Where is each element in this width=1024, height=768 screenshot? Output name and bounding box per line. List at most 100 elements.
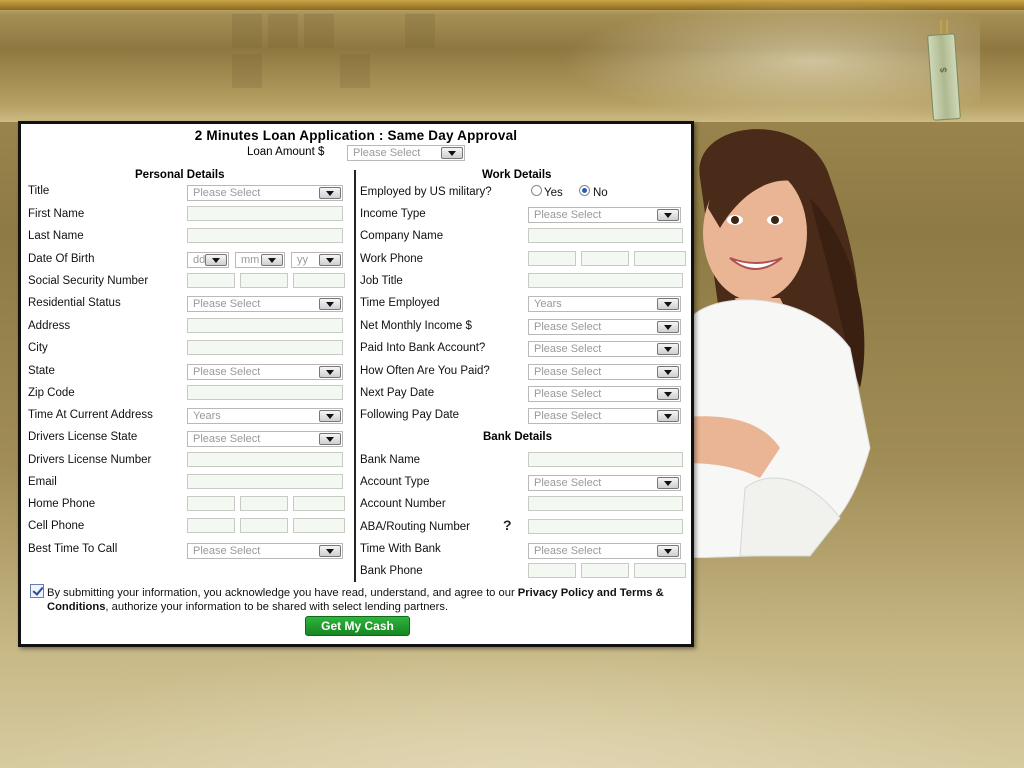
account-number-label: Account Number	[360, 498, 446, 510]
loan-application-form: 2 Minutes Loan Application : Same Day Ap…	[18, 121, 694, 647]
chevron-down-icon	[657, 477, 679, 489]
net-income-select[interactable]: Please Select	[528, 319, 681, 335]
bank-phone-line-input[interactable]	[634, 563, 686, 578]
bank-phone-prefix-input[interactable]	[581, 563, 629, 578]
zip-code-input[interactable]	[187, 385, 343, 400]
following-pay-date-select[interactable]: Please Select	[528, 408, 681, 424]
city-label: City	[28, 342, 48, 354]
dl-state-select[interactable]: Please Select	[187, 431, 343, 447]
city-input[interactable]	[187, 340, 343, 355]
chevron-down-icon	[319, 410, 341, 422]
cell-phone-line-input[interactable]	[293, 518, 345, 533]
work-phone-line-input[interactable]	[634, 251, 686, 266]
chevron-down-icon	[441, 147, 463, 159]
residential-status-select[interactable]: Please Select	[187, 296, 343, 312]
best-time-select[interactable]: Please Select	[187, 543, 343, 559]
column-divider	[354, 170, 356, 582]
time-with-bank-label: Time With Bank	[360, 543, 441, 555]
aba-routing-label: ABA/Routing Number	[360, 521, 470, 533]
home-phone-line-input[interactable]	[293, 496, 345, 511]
address-input[interactable]	[187, 318, 343, 333]
cell-phone-area-input[interactable]	[187, 518, 235, 533]
state-select[interactable]: Please Select	[187, 364, 343, 380]
account-type-select[interactable]: Please Select	[528, 475, 681, 491]
work-phone-prefix-input[interactable]	[581, 251, 629, 266]
military-no-radio[interactable]	[579, 185, 590, 196]
cell-phone-prefix-input[interactable]	[240, 518, 288, 533]
hanging-dollar-bill-icon: $	[926, 20, 961, 121]
loan-amount-value: Please Select	[353, 147, 421, 159]
last-name-input[interactable]	[187, 228, 343, 243]
bank-phone-label: Bank Phone	[360, 565, 423, 577]
dob-day-select[interactable]: dd	[187, 252, 229, 268]
consent-text: By submitting your information, you ackn…	[47, 586, 687, 614]
chevron-down-icon	[319, 545, 341, 557]
chevron-down-icon	[657, 366, 679, 378]
following-pay-date-label: Following Pay Date	[360, 409, 460, 421]
time-at-address-label: Time At Current Address	[28, 409, 153, 421]
income-type-select[interactable]: Please Select	[528, 207, 681, 223]
chevron-down-icon	[319, 254, 341, 266]
work-phone-area-input[interactable]	[528, 251, 576, 266]
time-at-address-select[interactable]: Years	[187, 408, 343, 424]
time-employed-select[interactable]: Years	[528, 296, 681, 312]
time-with-bank-select[interactable]: Please Select	[528, 543, 681, 559]
work-details-heading: Work Details	[482, 169, 552, 181]
dob-year-select[interactable]: yy	[291, 252, 343, 268]
dob-month-select[interactable]: mm	[235, 252, 285, 268]
first-name-input[interactable]	[187, 206, 343, 221]
help-question-icon[interactable]: ?	[503, 517, 512, 533]
best-time-label: Best Time To Call	[28, 543, 118, 555]
last-name-label: Last Name	[28, 230, 84, 242]
chevron-down-icon	[261, 254, 283, 266]
pay-frequency-label: How Often Are You Paid?	[360, 365, 490, 377]
home-phone-prefix-input[interactable]	[240, 496, 288, 511]
loan-amount-select[interactable]: Please Select	[347, 145, 465, 161]
dob-label: Date Of Birth	[28, 253, 95, 265]
bank-paid-select[interactable]: Please Select	[528, 341, 681, 357]
home-phone-area-input[interactable]	[187, 496, 235, 511]
ssn-part1-input[interactable]	[187, 273, 235, 288]
loan-amount-label: Loan Amount $	[247, 146, 325, 158]
ssn-part3-input[interactable]	[293, 273, 345, 288]
dl-state-label: Drivers License State	[28, 431, 138, 443]
job-title-input[interactable]	[528, 273, 683, 288]
job-title-label: Job Title	[360, 275, 403, 287]
title-label: Title	[28, 185, 50, 197]
company-name-input[interactable]	[528, 228, 683, 243]
chevron-down-icon	[657, 298, 679, 310]
banner-pattern	[232, 54, 262, 88]
chevron-down-icon	[205, 254, 227, 266]
chevron-down-icon	[319, 187, 341, 199]
aba-routing-input[interactable]	[528, 519, 683, 534]
company-name-label: Company Name	[360, 230, 444, 242]
residential-status-label: Residential Status	[28, 297, 121, 309]
email-input[interactable]	[187, 474, 343, 489]
pay-frequency-select[interactable]: Please Select	[528, 364, 681, 380]
bank-phone-area-input[interactable]	[528, 563, 576, 578]
chevron-down-icon	[657, 209, 679, 221]
work-phone-label: Work Phone	[360, 253, 424, 265]
address-label: Address	[28, 320, 71, 332]
email-label: Email	[28, 476, 57, 488]
consent-checkbox[interactable]	[30, 584, 44, 598]
income-type-label: Income Type	[360, 208, 426, 220]
banner-pattern	[268, 14, 298, 48]
personal-details-heading: Personal Details	[135, 169, 225, 181]
time-employed-label: Time Employed	[360, 297, 440, 309]
bank-name-input[interactable]	[528, 452, 683, 467]
next-pay-date-select[interactable]: Please Select	[528, 386, 681, 402]
header-banner	[0, 0, 1024, 122]
military-yes-label: Yes	[544, 187, 563, 199]
title-select[interactable]: Please Select	[187, 185, 343, 201]
account-number-input[interactable]	[528, 496, 683, 511]
chevron-down-icon	[657, 321, 679, 333]
military-label: Employed by US military?	[360, 186, 492, 198]
get-my-cash-button[interactable]: Get My Cash	[305, 616, 410, 636]
banner-pattern	[232, 14, 262, 48]
ssn-part2-input[interactable]	[240, 273, 288, 288]
military-yes-radio[interactable]	[531, 185, 542, 196]
chevron-down-icon	[657, 410, 679, 422]
dl-number-input[interactable]	[187, 452, 343, 467]
chevron-down-icon	[319, 298, 341, 310]
